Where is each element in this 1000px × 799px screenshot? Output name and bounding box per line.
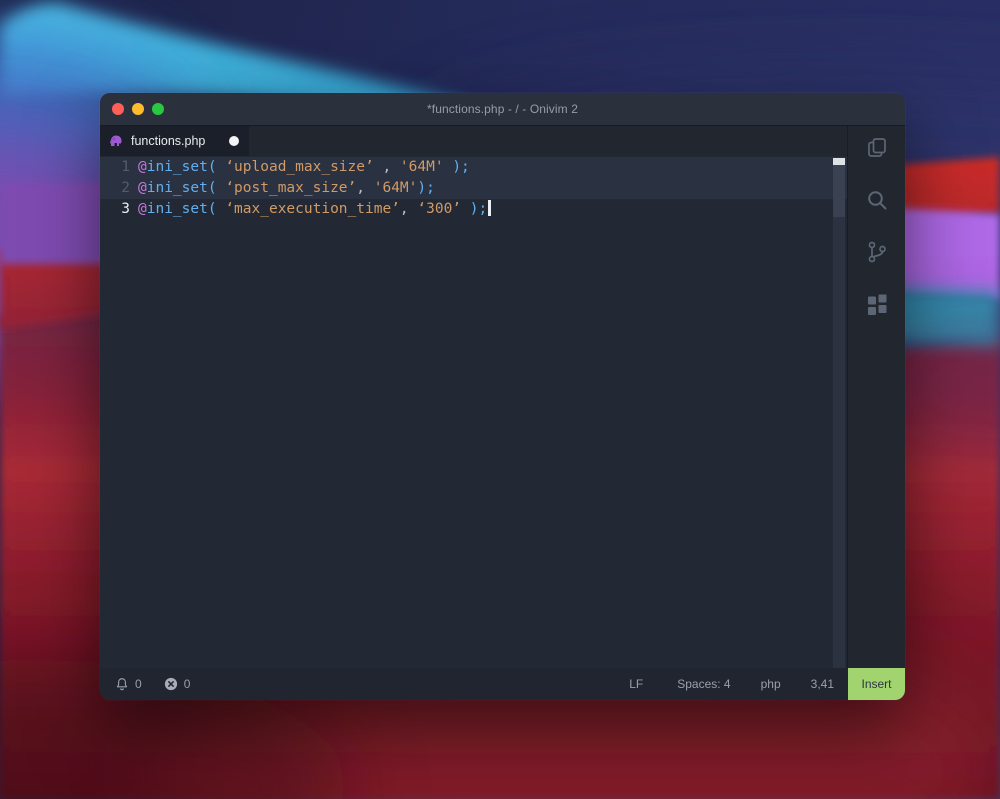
activity-item-source-control[interactable]	[865, 240, 889, 264]
code-token: );	[452, 159, 469, 175]
activity-item-search[interactable]	[865, 188, 889, 212]
code-token	[217, 159, 226, 175]
activity-item-explorer[interactable]	[865, 136, 889, 160]
code-token	[365, 180, 374, 196]
title-bar[interactable]: *functions.php - / - Onivim 2	[100, 93, 905, 126]
error-count: 0	[184, 677, 191, 691]
activity-bar	[847, 126, 905, 668]
close-button[interactable]	[112, 103, 124, 115]
code-token: ‘upload_max_size’	[225, 159, 373, 175]
code-token: ini_set(	[147, 201, 217, 217]
minimize-button[interactable]	[132, 103, 144, 115]
scrollbar-track[interactable]	[833, 157, 845, 668]
line-number: 1	[100, 157, 138, 178]
cursor-position-indicator[interactable]: 3,41	[811, 677, 834, 691]
traffic-lights	[112, 93, 164, 125]
code-token	[461, 201, 470, 217]
code-token	[217, 201, 226, 217]
tab-label: functions.php	[131, 134, 205, 148]
tab-functions-php[interactable]: functions.php	[100, 126, 249, 156]
editor[interactable]: 1@ini_set( ‘upload_max_size’ , '64M' );2…	[100, 156, 847, 668]
activity-item-extensions[interactable]	[865, 292, 889, 316]
php-elephant-icon	[109, 135, 123, 147]
window-title: *functions.php - / - Onivim 2	[427, 102, 578, 116]
extensions-icon	[865, 292, 889, 316]
notifications-status[interactable]: 0	[115, 677, 142, 691]
code-token: ,	[356, 180, 365, 196]
code-token: ,	[400, 201, 409, 217]
code-lines: 1@ini_set( ‘upload_max_size’ , '64M' );2…	[100, 157, 847, 668]
code-token: ‘300’	[417, 201, 461, 217]
code-text: @ini_set( ‘post_max_size’, '64M');	[138, 178, 435, 199]
code-token: ini_set(	[147, 180, 217, 196]
code-token: ,	[374, 159, 400, 175]
code-token: );	[470, 201, 487, 217]
code-text: @ini_set( ‘upload_max_size’ , '64M' );	[138, 157, 470, 178]
code-token: @	[138, 201, 147, 217]
code-token: @	[138, 159, 147, 175]
editor-window: *functions.php - / - Onivim 2 functions.…	[100, 93, 905, 700]
code-token: ini_set(	[147, 159, 217, 175]
code-token: ‘max_execution_time’	[225, 201, 400, 217]
scrollbar-thumb[interactable]	[833, 158, 845, 165]
language-indicator[interactable]: php	[761, 677, 781, 691]
line-number: 3	[100, 199, 138, 220]
modified-indicator[interactable]	[229, 136, 239, 146]
vim-mode-indicator: Insert	[848, 668, 905, 700]
code-token	[217, 180, 226, 196]
code-line[interactable]: 1@ini_set( ‘upload_max_size’ , '64M' );	[100, 157, 847, 178]
code-text: @ini_set( ‘max_execution_time’, ‘300’ );	[138, 199, 491, 220]
tab-bar: functions.php	[100, 126, 847, 156]
search-icon	[865, 188, 889, 212]
code-token: @	[138, 180, 147, 196]
code-token	[444, 159, 453, 175]
code-token: );	[417, 180, 434, 196]
code-token: '64M'	[400, 159, 444, 175]
text-cursor	[488, 200, 491, 216]
errors-status[interactable]: 0	[164, 677, 191, 691]
status-bar: 0 0 LF Spaces: 4 php 3,41 Insert	[100, 668, 905, 700]
desktop: *functions.php - / - Onivim 2 functions.…	[0, 0, 1000, 799]
code-line[interactable]: 3@ini_set( ‘max_execution_time’, ‘300’ )…	[100, 199, 847, 220]
files-icon	[865, 136, 889, 160]
bell-icon	[115, 677, 129, 691]
code-line[interactable]: 2@ini_set( ‘post_max_size’, '64M');	[100, 178, 847, 199]
notification-count: 0	[135, 677, 142, 691]
scrollbar-overview-region	[833, 165, 845, 217]
code-token: '64M'	[374, 180, 418, 196]
line-ending-indicator[interactable]: LF	[629, 677, 643, 691]
source-control-icon	[865, 240, 889, 264]
code-token: ‘post_max_size’	[225, 180, 356, 196]
zoom-button[interactable]	[152, 103, 164, 115]
line-number: 2	[100, 178, 138, 199]
indentation-indicator[interactable]: Spaces: 4	[677, 677, 730, 691]
error-circle-icon	[164, 677, 178, 691]
